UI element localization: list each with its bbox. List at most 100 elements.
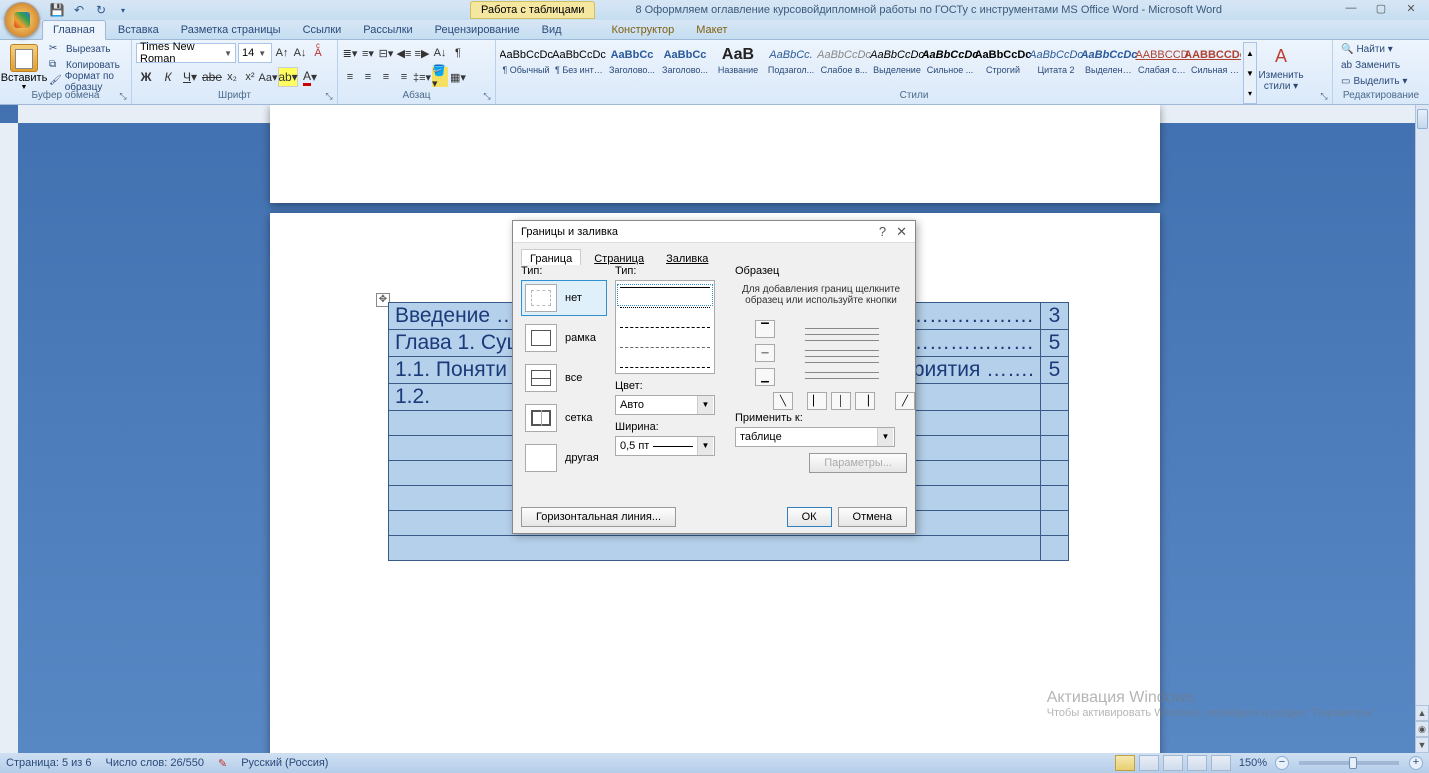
redo-icon[interactable]: ↻ xyxy=(92,2,110,18)
border-type-grid[interactable]: сетка xyxy=(521,400,607,436)
vertical-scrollbar[interactable]: ▲ ◉ ▼ xyxy=(1415,105,1429,753)
styles-gallery[interactable]: AaBbCcDc¶ ОбычныйAaBbCcDc¶ Без инте...Aa… xyxy=(500,42,1241,90)
style-item[interactable]: AaBbCcDc¶ Обычный xyxy=(500,42,552,90)
dialog-close-button[interactable]: ✕ xyxy=(896,224,907,240)
status-page[interactable]: Страница: 5 из 6 xyxy=(6,757,92,769)
ruler-vertical[interactable] xyxy=(0,123,18,753)
line-style-dash[interactable] xyxy=(620,327,710,343)
clipboard-launcher[interactable]: ⤡ xyxy=(117,91,129,103)
line-spacing-button[interactable]: ‡≡▾ xyxy=(414,67,430,87)
pv-left-button[interactable]: ▏ xyxy=(807,392,827,410)
undo-icon[interactable]: ↶ xyxy=(70,2,88,18)
tab-review[interactable]: Рецензирование xyxy=(425,21,530,39)
status-words[interactable]: Число слов: 26/550 xyxy=(106,757,204,769)
proofing-icon[interactable]: ✎ xyxy=(218,757,227,770)
zoom-value[interactable]: 150% xyxy=(1239,757,1267,769)
maximize-button[interactable]: ▢ xyxy=(1367,0,1395,16)
show-marks-button[interactable]: ¶ xyxy=(450,43,466,63)
pv-diag1-button[interactable]: ╲ xyxy=(773,392,793,410)
tab-layout[interactable]: Макет xyxy=(686,21,737,39)
style-item[interactable]: АаВНазвание xyxy=(712,42,764,90)
line-style-dot[interactable] xyxy=(620,307,710,323)
strike-button[interactable]: abe xyxy=(202,67,222,87)
dialog-help-button[interactable]: ? xyxy=(879,224,886,240)
highlight-button[interactable]: ab▾ xyxy=(278,67,298,87)
view-draft[interactable] xyxy=(1211,755,1231,771)
apply-combo[interactable]: таблице▼ xyxy=(735,427,895,447)
sort-button[interactable]: A↓ xyxy=(432,43,448,63)
numbering-button[interactable]: ≡▾ xyxy=(360,43,376,63)
border-type-custom[interactable]: другая xyxy=(521,440,607,476)
find-button[interactable]: 🔍Найти ▾ xyxy=(1337,42,1411,57)
multilevel-button[interactable]: ⊟▾ xyxy=(378,43,394,63)
font-color-button[interactable]: A▾ xyxy=(300,67,320,87)
table-row[interactable] xyxy=(389,536,1069,561)
align-left-button[interactable]: ≡ xyxy=(342,67,358,87)
align-center-button[interactable]: ≡ xyxy=(360,67,376,87)
tab-references[interactable]: Ссылки xyxy=(293,21,352,39)
line-style-dash3[interactable] xyxy=(620,367,710,374)
cut-button[interactable]: ✂Вырезать xyxy=(46,42,127,57)
zoom-out-button[interactable]: − xyxy=(1275,756,1289,770)
bullets-button[interactable]: ≣▾ xyxy=(342,43,358,63)
paragraph-launcher[interactable]: ⤡ xyxy=(481,91,493,103)
italic-button[interactable]: К xyxy=(158,67,178,87)
align-right-button[interactable]: ≡ xyxy=(378,67,394,87)
border-type-none[interactable]: нет xyxy=(521,280,607,316)
view-full-screen[interactable] xyxy=(1139,755,1159,771)
style-item[interactable]: AABBCCDСлабая сс... xyxy=(1136,42,1188,90)
shrink-font-icon[interactable]: A↓ xyxy=(292,43,308,63)
ok-button[interactable]: ОК xyxy=(787,507,832,527)
status-language[interactable]: Русский (Россия) xyxy=(241,757,328,769)
tab-design[interactable]: Конструктор xyxy=(602,21,685,39)
pv-bottom-button[interactable]: ▁ xyxy=(755,368,775,386)
style-item[interactable]: AaBbCcЗаголово... xyxy=(606,42,658,90)
zoom-in-button[interactable]: + xyxy=(1409,756,1423,770)
pv-right-button[interactable]: ▕ xyxy=(855,392,875,410)
indent-inc-button[interactable]: ≡▶ xyxy=(414,43,430,63)
borders-button[interactable]: ▦▾ xyxy=(450,67,466,87)
pv-vmid-button[interactable]: │ xyxy=(831,392,851,410)
font-launcher[interactable]: ⤡ xyxy=(323,91,335,103)
tab-view[interactable]: Вид xyxy=(532,21,572,39)
style-item[interactable]: AaBbCc.Подзагол... xyxy=(765,42,817,90)
grow-font-icon[interactable]: A↑ xyxy=(274,43,290,63)
office-button[interactable] xyxy=(4,2,40,38)
style-item[interactable]: AaBbCcDcСильное ... xyxy=(924,42,976,90)
justify-button[interactable]: ≡ xyxy=(396,67,412,87)
style-item[interactable]: AaBbCcDcВыделенн... xyxy=(1083,42,1135,90)
shading-button[interactable]: 🪣▾ xyxy=(432,67,448,87)
hline-button[interactable]: Горизонтальная линия... xyxy=(521,507,676,527)
style-item[interactable]: AaBbCcDcСлабое в... xyxy=(818,42,870,90)
save-icon[interactable]: 💾 xyxy=(48,2,66,18)
line-style-solid[interactable] xyxy=(620,287,710,303)
minimize-button[interactable]: — xyxy=(1337,0,1365,16)
pv-top-button[interactable]: ▔ xyxy=(755,320,775,338)
change-case-button[interactable]: Aa▾ xyxy=(260,67,276,87)
view-print-layout[interactable] xyxy=(1115,755,1135,771)
scrollbar-thumb[interactable] xyxy=(1417,109,1428,129)
close-button[interactable]: ✕ xyxy=(1397,0,1425,16)
border-type-box[interactable]: рамка xyxy=(521,320,607,356)
zoom-slider[interactable] xyxy=(1299,761,1399,765)
line-style-dash2[interactable] xyxy=(620,347,710,363)
style-item[interactable]: AaBbCcDc¶ Без инте... xyxy=(553,42,605,90)
style-item[interactable]: AaBbCcDcЦитата 2 xyxy=(1030,42,1082,90)
superscript-button[interactable]: x² xyxy=(242,67,258,87)
cancel-button[interactable]: Отмена xyxy=(838,507,907,527)
tab-insert[interactable]: Вставка xyxy=(108,21,169,39)
clear-format-icon[interactable]: Aͨ xyxy=(310,43,326,63)
border-type-all[interactable]: все xyxy=(521,360,607,396)
qat-more-icon[interactable]: ▾ xyxy=(114,2,132,18)
tab-home[interactable]: Главная xyxy=(42,20,106,40)
pv-diag2-button[interactable]: ╱ xyxy=(895,392,915,410)
styles-launcher[interactable]: ⤡ xyxy=(1318,91,1330,103)
style-item[interactable]: AaBbCcЗаголово... xyxy=(659,42,711,90)
pv-hmid-button[interactable]: ─ xyxy=(755,344,775,362)
indent-dec-button[interactable]: ◀≡ xyxy=(396,43,412,63)
underline-button[interactable]: Ч▾ xyxy=(180,67,200,87)
zoom-thumb[interactable] xyxy=(1349,757,1357,769)
bold-button[interactable]: Ж xyxy=(136,67,156,87)
font-name-combo[interactable]: Times New Roman▼ xyxy=(136,43,236,63)
replace-button[interactable]: abЗаменить xyxy=(1337,58,1411,73)
